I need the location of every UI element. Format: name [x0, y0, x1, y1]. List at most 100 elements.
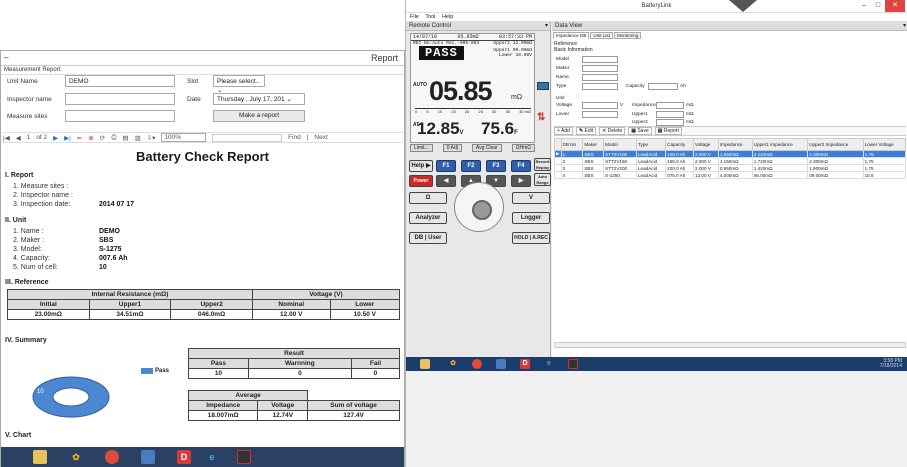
pdf-icon[interactable]: D [177, 450, 191, 464]
edit-button[interactable]: ✎ Edit [575, 127, 597, 135]
meter-app-icon[interactable] [237, 450, 251, 464]
upper1-label: Upper1 [632, 112, 648, 117]
logger-button[interactable]: Logger [512, 212, 550, 224]
maker-input[interactable] [582, 65, 618, 72]
f2-button[interactable]: F2 [461, 160, 481, 172]
chrome-icon[interactable] [472, 359, 482, 369]
ohm-button[interactable]: Ω [409, 192, 447, 204]
table-row[interactable]: 2 SBS STT2V150 LeadAcid 165.0 Ah 2.000 V 1.150… [554, 157, 907, 165]
impedance-input[interactable] [656, 102, 684, 109]
column-header[interactable]: Upper2 Impedance [807, 138, 864, 151]
voltage-input[interactable] [582, 102, 618, 109]
app-icon[interactable] [141, 450, 155, 464]
column-header[interactable]: Capacity [665, 138, 695, 151]
tab-monitoring[interactable]: Monitoring [614, 32, 642, 39]
report-button[interactable]: ▤ Report [654, 127, 682, 135]
minimize-button[interactable]: – [4, 53, 8, 62]
app-icon[interactable] [496, 359, 506, 369]
column-header[interactable]: Maker [582, 138, 605, 151]
prev-page-icon[interactable]: ◀ [16, 134, 21, 142]
power-button[interactable]: Power [409, 175, 433, 187]
back-icon[interactable]: ⇐ [77, 134, 82, 142]
f3-button[interactable]: F3 [486, 160, 506, 172]
unit-name-input[interactable]: DEMO [65, 75, 175, 87]
next-link[interactable]: Next [314, 134, 327, 141]
lower-input[interactable] [582, 111, 618, 118]
find-input[interactable] [212, 133, 283, 142]
chrome-icon[interactable] [105, 450, 119, 464]
table-row[interactable]: ▶ 1 SBS STT2V100 LeadAcid 100.0 Ah 2.000 V 1.55… [554, 150, 907, 158]
folder-icon[interactable] [420, 359, 430, 369]
menu-help[interactable]: Help [442, 14, 453, 20]
f1-button[interactable]: F1 [436, 160, 456, 172]
limit-button[interactable]: Limit... [410, 144, 433, 152]
refresh-icon[interactable]: ⟳ [100, 134, 105, 142]
delete-button[interactable]: ✕ Delete [599, 127, 626, 135]
print-layout-icon[interactable]: ▤ [122, 134, 128, 142]
rotary-dial[interactable] [454, 182, 504, 232]
f4-button[interactable]: F4 [511, 160, 531, 172]
hold-arec-button[interactable]: HOLD | A.REC [512, 232, 550, 244]
name-input[interactable] [582, 74, 618, 81]
meter-app-icon[interactable] [568, 359, 578, 369]
ohm-mode-button[interactable]: ΩHmΩ [511, 144, 535, 152]
column-header[interactable]: Upper1 Impedance [751, 138, 809, 151]
zero-adj-button[interactable]: 0 Adj [442, 144, 462, 152]
pdf-icon[interactable]: D [520, 359, 530, 369]
maximize-button[interactable]: □ [871, 0, 885, 12]
table-row[interactable]: 3 SBS STT2V200 LeadAcid 220.0 Ah 2.000 V 0.950… [554, 164, 907, 172]
horizontal-scrollbar[interactable] [554, 342, 906, 348]
export-icon[interactable]: ⇩▾ [147, 134, 156, 142]
menu-tool[interactable]: Tool [425, 14, 435, 20]
column-header[interactable]: Impedance [717, 138, 753, 151]
flower-icon[interactable]: ✿ [69, 450, 83, 464]
type-select[interactable] [582, 83, 618, 90]
volt-button[interactable]: V [512, 192, 550, 204]
record-replay-button[interactable]: Record Replay [534, 158, 551, 171]
avg-clear-button[interactable]: Avg Clear [471, 144, 502, 152]
analyzer-button[interactable]: Analyzer [409, 212, 447, 224]
last-page-icon[interactable]: ▶| [64, 134, 71, 142]
left-arrow-button[interactable]: ◀ [436, 175, 456, 187]
inspector-name-input[interactable] [65, 93, 175, 105]
zoom-select[interactable]: 100% [161, 133, 207, 142]
column-header[interactable]: Model [603, 138, 637, 151]
chevron-down-icon[interactable]: ▾ [545, 22, 548, 29]
save-button[interactable]: ▣ Save [628, 127, 652, 135]
column-header[interactable]: DB No [560, 138, 584, 151]
column-header[interactable]: Lower Voltage [862, 138, 907, 151]
ie-icon[interactable]: e [205, 450, 219, 464]
flower-icon[interactable]: ✿ [448, 359, 458, 369]
upper2-input[interactable] [656, 119, 684, 126]
auto-range-button[interactable]: Auto Range [534, 173, 551, 186]
page-setup-icon[interactable]: ▥ [135, 134, 141, 142]
page-number-input[interactable]: 1 [27, 134, 31, 141]
print-icon[interactable]: ⎙ [111, 134, 116, 142]
find-link[interactable]: Find [288, 134, 301, 141]
column-header[interactable]: Voltage [693, 138, 719, 151]
date-picker[interactable]: Thursday , July 17, 201 ⌄ [213, 93, 305, 105]
chevron-down-icon[interactable]: ▾ [903, 22, 906, 29]
ie-icon[interactable]: e [544, 359, 554, 369]
model-input[interactable] [582, 56, 618, 63]
make-report-button[interactable]: Make a report [213, 110, 305, 122]
minimize-button[interactable]: – [857, 0, 871, 12]
close-button[interactable]: ✕ [885, 0, 905, 12]
slot-select[interactable]: Please select.. ⌄ [213, 75, 265, 94]
tab-unit-list[interactable]: Unit List [590, 32, 613, 39]
help-button[interactable]: Help ▶ [409, 160, 433, 172]
stop-icon[interactable]: ⊗ [88, 134, 93, 142]
add-button[interactable]: + Add [554, 127, 573, 135]
folder-icon[interactable] [33, 450, 47, 464]
column-header[interactable]: Type [635, 138, 667, 151]
right-arrow-button[interactable]: ▶ [511, 175, 531, 187]
first-page-icon[interactable]: |◀ [3, 134, 10, 142]
tab-impedance-db[interactable]: Impedance DB [553, 32, 590, 39]
table-row[interactable]: 4 SBS S-1250 LeadAcid 075.0 Ah 12.00 V 4.000mΩ… [554, 171, 907, 179]
menu-file[interactable]: File [410, 14, 419, 20]
capacity-input[interactable] [648, 83, 678, 90]
next-page-icon[interactable]: ▶ [53, 134, 58, 142]
db-user-button[interactable]: DB | User [409, 232, 447, 244]
measure-sites-input[interactable] [65, 110, 175, 122]
upper1-input[interactable] [656, 111, 684, 118]
